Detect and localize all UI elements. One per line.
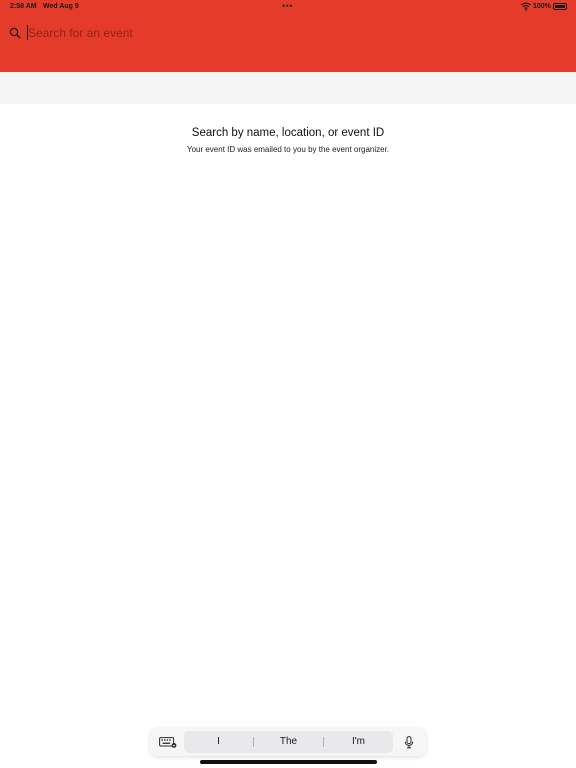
empty-state: Search by name, location, or event ID Yo…: [0, 124, 576, 154]
multitasking-dots[interactable]: •••: [282, 1, 293, 11]
suggestion-list: I The I'm: [184, 731, 393, 753]
keyboard-icon[interactable]: [159, 737, 177, 748]
keyboard-suggestion-bar: I The I'm: [150, 728, 426, 756]
suggestion-item[interactable]: The: [254, 731, 323, 753]
battery-percent: 100%: [533, 3, 551, 10]
battery-icon: [553, 3, 567, 10]
status-bar: 2:58 AM Wed Aug 9 ••• 100%: [0, 0, 576, 14]
empty-state-subtitle: Your event ID was emailed to you by the …: [186, 145, 390, 154]
subheader-band: [0, 72, 576, 104]
search-bar[interactable]: [0, 22, 576, 44]
home-indicator[interactable]: [200, 760, 377, 764]
suggestion-item[interactable]: I: [184, 731, 253, 753]
suggestion-item[interactable]: I'm: [324, 731, 393, 753]
status-time: 2:58 AM: [10, 3, 37, 10]
empty-state-title: Search by name, location, or event ID: [191, 127, 385, 139]
header: 2:58 AM Wed Aug 9 ••• 100%: [0, 0, 576, 72]
text-cursor: [27, 25, 28, 40]
status-date: Wed Aug 9: [43, 3, 79, 10]
microphone-icon[interactable]: [403, 736, 415, 749]
search-input[interactable]: [26, 22, 548, 44]
search-icon: [9, 27, 21, 39]
wifi-icon: [521, 2, 531, 11]
